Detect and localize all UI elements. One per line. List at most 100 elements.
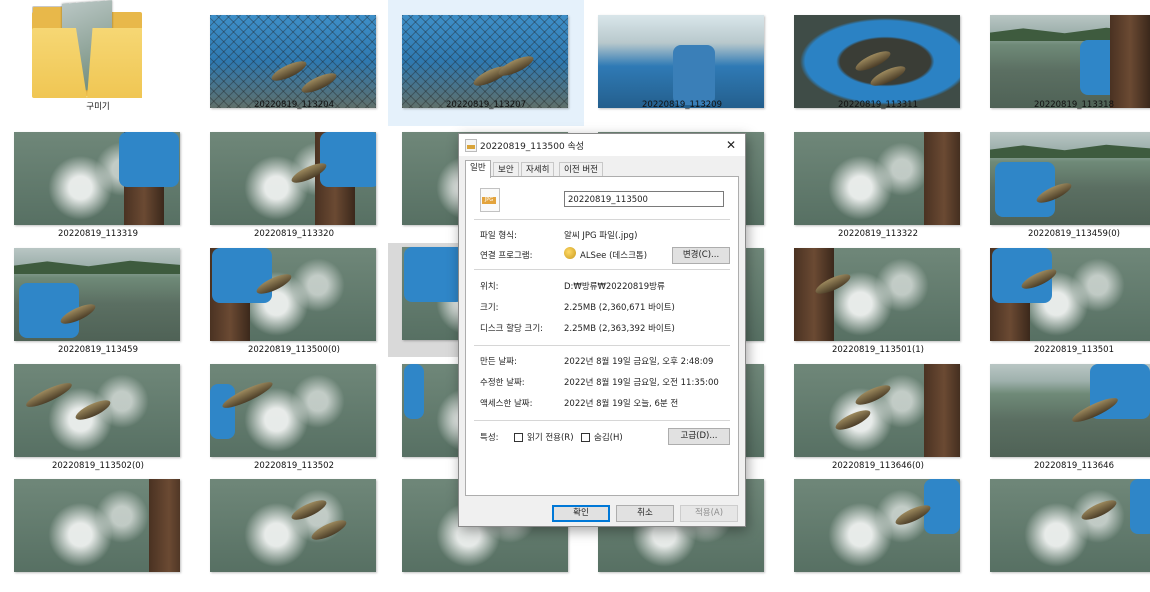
thumbnail-image [990, 132, 1150, 225]
file-item[interactable]: 20220819_113459(0) [976, 131, 1150, 245]
file-label: 20220819_113646 [1034, 461, 1114, 471]
location-label: 위치: [480, 282, 499, 292]
file-label: 20220819_113322 [838, 229, 918, 239]
size-label: 크기: [480, 303, 499, 313]
folder-icon [32, 0, 144, 98]
opens-with-value: ALSee (데스크톱) [580, 251, 648, 261]
file-label: 20220819_113459(0) [1027, 229, 1120, 239]
file-label: 20220819_113320 [254, 229, 334, 239]
file-item[interactable]: 20220819_113320 [196, 131, 392, 245]
attributes-label: 특성: [480, 433, 499, 443]
thumbnail-image [794, 15, 960, 108]
thumbnail-image [598, 15, 764, 108]
modified-label: 수정한 날짜: [480, 378, 525, 388]
thumbnail-image [14, 248, 180, 341]
file-label: 20220819_113207 [446, 100, 526, 110]
file-item[interactable]: 20220819_113500(0) [196, 247, 392, 361]
file-item[interactable] [976, 478, 1150, 592]
image-file-icon [465, 139, 477, 152]
file-item-selected[interactable]: 20220819_113207 [388, 0, 584, 126]
thumbnail-image [794, 132, 960, 225]
location-value: D:₩방류₩20220819방류 [564, 282, 665, 292]
change-button[interactable]: 변경(C)... [672, 247, 730, 264]
file-item[interactable]: 20220819_113319 [0, 131, 196, 245]
disk-size-label: 디스크 할당 크기: [480, 324, 544, 334]
tab-details[interactable]: 자세히 [521, 162, 555, 177]
file-item[interactable]: 20220819_113502 [196, 363, 392, 477]
file-label: 20220819_113204 [254, 100, 334, 110]
file-label: 20220819_113459 [58, 345, 138, 355]
file-item[interactable]: 20220819_113318 [976, 0, 1150, 114]
thumbnail-image [210, 248, 376, 341]
file-item[interactable]: 20220819_113501 [976, 247, 1150, 361]
tab-general[interactable]: 일반 [465, 160, 491, 178]
file-label: 20220819_113209 [642, 100, 722, 110]
thumbnail-image [794, 248, 960, 341]
file-label: 20220819_113502(0) [51, 461, 144, 471]
general-panel: JPG 20220819_113500 파일 형식: 알씨 JPG 파일(.jp… [465, 176, 739, 496]
readonly-label[interactable]: 읽기 전용(R) [527, 431, 574, 443]
size-value: 2.25MB (2,360,671 바이트) [564, 303, 675, 313]
thumbnail-image [990, 15, 1150, 108]
type-value: 알씨 JPG 파일(.jpg) [564, 231, 638, 241]
tab-previous-versions[interactable]: 이전 버전 [559, 162, 603, 177]
alsee-app-icon [564, 247, 576, 259]
thumbnail-image [990, 479, 1150, 572]
thumbnail-image [14, 479, 180, 572]
filename-input[interactable]: 20220819_113500 [564, 191, 724, 207]
file-item[interactable]: 20220819_113646 [976, 363, 1150, 477]
file-item[interactable]: 20220819_113501(1) [780, 247, 976, 361]
created-label: 만든 날짜: [480, 357, 517, 367]
thumbnail-image [210, 364, 376, 457]
divider [474, 219, 730, 220]
file-label: 20220819_113319 [58, 229, 138, 239]
thumbnail-image [210, 132, 376, 225]
thumbnail-image [210, 15, 376, 108]
file-label: 20220819_113501(1) [831, 345, 924, 355]
thumbnail-image [794, 364, 960, 457]
dialog-title: 20220819_113500 속성 [480, 142, 585, 152]
advanced-button[interactable]: 고급(D)... [668, 428, 730, 445]
file-item[interactable]: 20220819_113322 [780, 131, 976, 245]
tab-security[interactable]: 보안 [493, 162, 519, 177]
folder-item[interactable]: 구미기 [0, 0, 196, 114]
thumbnail-image [14, 364, 180, 457]
thumbnail-image [794, 479, 960, 572]
type-label: 파일 형식: [480, 231, 517, 241]
accessed-label: 액세스한 날짜: [480, 399, 533, 409]
divider [474, 269, 730, 270]
file-item[interactable]: 20220819_113311 [780, 0, 976, 114]
file-label: 20220819_113646(0) [831, 461, 924, 471]
dialog-titlebar[interactable]: 20220819_113500 속성 ✕ [459, 134, 745, 156]
thumbnail-image [210, 479, 376, 572]
modified-value: 2022년 8월 19일 금요일, 오전 11:35:00 [564, 378, 719, 388]
file-label: 20220819_113501 [1034, 345, 1114, 355]
file-item[interactable] [196, 478, 392, 592]
thumbnail-image [14, 132, 180, 225]
file-label: 20220819_113318 [1034, 100, 1114, 110]
file-label: 20220819_113500(0) [247, 345, 340, 355]
file-item[interactable]: 20220819_113646(0) [780, 363, 976, 477]
apply-button[interactable]: 적용(A) [680, 505, 738, 522]
hidden-label[interactable]: 숨김(H) [594, 431, 623, 443]
file-item[interactable] [780, 478, 976, 592]
file-item[interactable]: 20220819_113459 [0, 247, 196, 361]
close-icon[interactable]: ✕ [723, 137, 739, 153]
created-value: 2022년 8월 19일 금요일, 오후 2:48:09 [564, 357, 714, 367]
file-item[interactable]: 20220819_113502(0) [0, 363, 196, 477]
hidden-checkbox[interactable] [581, 433, 590, 442]
file-item[interactable]: 20220819_113204 [196, 0, 392, 114]
readonly-checkbox[interactable] [514, 433, 523, 442]
opens-with-label: 연결 프로그램: [480, 251, 533, 261]
file-item[interactable] [0, 478, 196, 592]
file-label: 20220819_113502 [254, 461, 334, 471]
jpg-file-icon: JPG [480, 188, 500, 212]
cancel-button[interactable]: 취소 [616, 505, 674, 522]
properties-dialog: 20220819_113500 속성 ✕ 일반 보안 자세히 이전 버전 JPG… [458, 133, 746, 527]
divider [474, 345, 730, 346]
thumbnail-image [990, 364, 1150, 457]
file-item[interactable]: 20220819_113209 [584, 0, 780, 114]
thumbnail-image [990, 248, 1150, 341]
thumbnail-image [402, 15, 568, 108]
ok-button[interactable]: 확인 [552, 505, 610, 522]
